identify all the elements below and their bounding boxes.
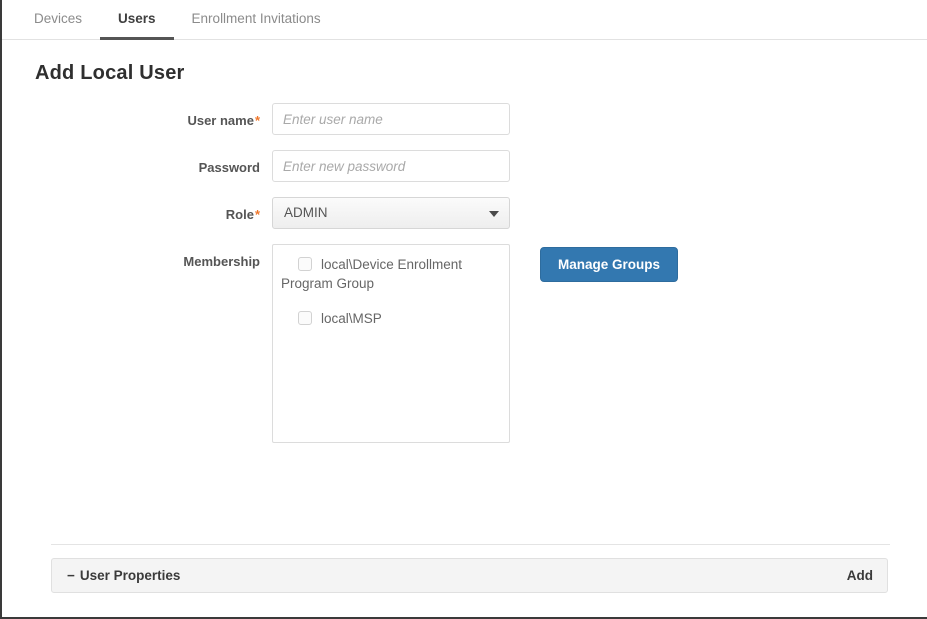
username-label-text: User name: [187, 113, 253, 128]
checkbox-icon[interactable]: [298, 311, 312, 325]
tab-enrollment-invitations-label: Enrollment Invitations: [192, 11, 321, 26]
password-input[interactable]: [272, 150, 510, 182]
username-input[interactable]: [272, 103, 510, 135]
list-item[interactable]: local\Device Enrollment Program Group: [281, 255, 501, 293]
tab-users[interactable]: Users: [100, 0, 174, 40]
manage-groups-button[interactable]: Manage Groups: [540, 247, 678, 282]
user-properties-panel: −User Properties Add: [51, 558, 888, 593]
section-divider: [51, 544, 890, 545]
password-control: [272, 150, 510, 182]
tab-users-label: Users: [118, 11, 156, 26]
role-required-asterisk: *: [255, 207, 260, 222]
panel-bottom-spacer: [2, 593, 927, 617]
user-properties-header[interactable]: −User Properties: [67, 568, 180, 583]
username-control: [272, 103, 510, 135]
membership-label-text: Membership: [183, 254, 260, 269]
list-item-label: local\MSP: [321, 311, 382, 326]
user-properties-title: User Properties: [80, 568, 181, 583]
add-local-user-form: User name* Password Role* ADMIN: [2, 103, 927, 443]
role-select[interactable]: ADMIN: [272, 197, 510, 229]
add-property-button[interactable]: Add: [847, 568, 873, 583]
page-title: Add Local User: [2, 40, 927, 85]
bottom-area: −User Properties Add: [2, 544, 927, 617]
form-row-password: Password: [2, 150, 927, 182]
username-required-asterisk: *: [255, 113, 260, 128]
form-row-username: User name*: [2, 103, 927, 135]
membership-control: local\Device Enrollment Program Group lo…: [272, 244, 678, 443]
list-item[interactable]: local\MSP: [281, 309, 501, 328]
tab-devices[interactable]: Devices: [16, 0, 100, 40]
role-control: ADMIN: [272, 197, 510, 229]
membership-list[interactable]: local\Device Enrollment Program Group lo…: [272, 244, 510, 443]
checkbox-icon[interactable]: [298, 257, 312, 271]
membership-label: Membership: [2, 244, 272, 270]
add-local-user-screen: Devices Users Enrollment Invitations Add…: [0, 0, 927, 619]
password-label-text: Password: [199, 160, 260, 175]
form-row-membership: Membership local\Device Enrollment Progr…: [2, 244, 927, 443]
tab-devices-label: Devices: [34, 11, 82, 26]
collapse-toggle-icon[interactable]: −: [67, 568, 75, 583]
form-row-role: Role* ADMIN: [2, 197, 927, 229]
role-label: Role*: [2, 197, 272, 223]
tab-enrollment-invitations[interactable]: Enrollment Invitations: [174, 0, 339, 40]
username-label: User name*: [2, 103, 272, 129]
role-select-wrapper: ADMIN: [272, 197, 510, 229]
role-label-text: Role: [226, 207, 254, 222]
password-label: Password: [2, 150, 272, 176]
tab-bar: Devices Users Enrollment Invitations: [2, 0, 927, 40]
page-content: Add Local User User name* Password Role*…: [2, 40, 927, 443]
